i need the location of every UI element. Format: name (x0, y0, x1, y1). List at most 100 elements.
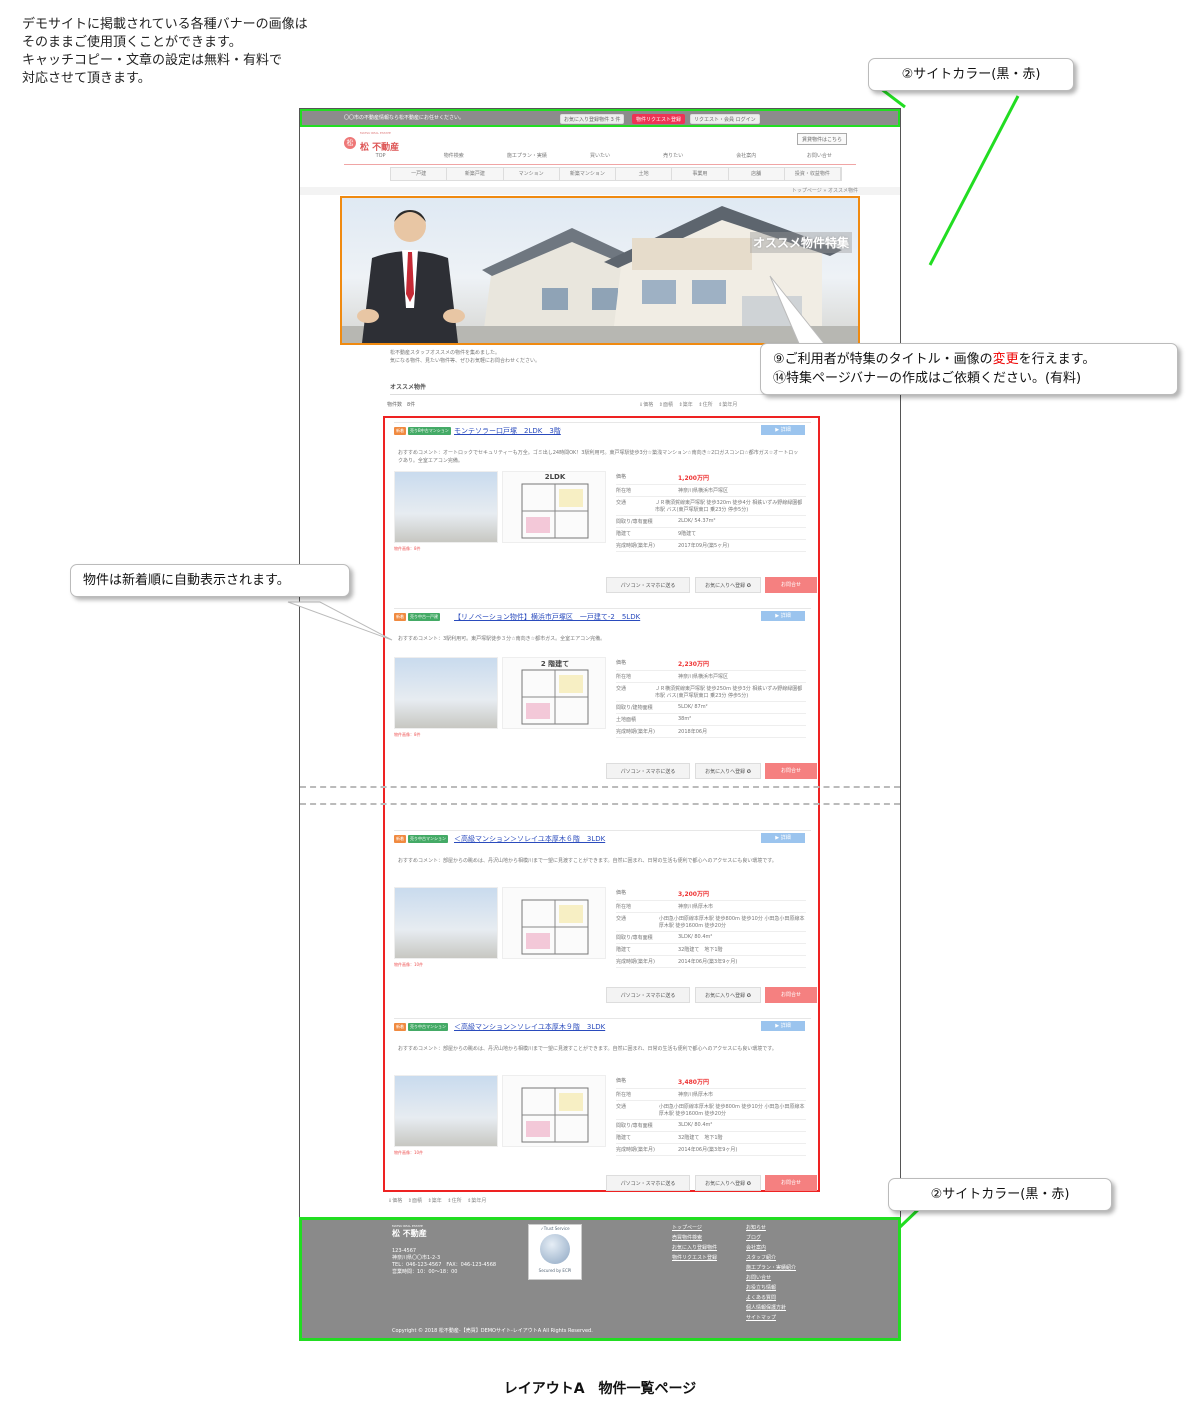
omission-divider (300, 786, 900, 788)
category-land[interactable]: 土地 (616, 168, 673, 180)
rental-properties-button[interactable]: 賃貸物件はこちら (797, 133, 848, 145)
detail-button[interactable]: ▶ 詳細 (761, 1021, 805, 1031)
sort-address[interactable]: ⇕住所 (447, 1198, 461, 1204)
footer-logo[interactable]: MATSU REAL ESTATE 松 不動産 (392, 1224, 427, 1239)
sort-address[interactable]: ⇕住所 (698, 402, 712, 408)
property-photo[interactable] (394, 471, 498, 543)
listing-title-link[interactable]: ＜高級マンション＞ソレイユ本厚木９階 3LDK (454, 1022, 605, 1032)
add-favorite-button[interactable]: お気に入りへ登録 ✪ (695, 577, 761, 593)
spec-value: 2014年06月(築3年9ヶ月) (678, 1147, 738, 1153)
spec-label: 所在地 (616, 1092, 632, 1098)
spec-row: 交通 ＪＲ横須賀線東戸塚駅 徒歩250m 徒歩3分 相鉄いずみ野線緑園都市駅 バ… (616, 683, 806, 702)
footer-link[interactable]: 施工プラン・実績紹介 (746, 1263, 796, 1273)
spec-value: 2018年06月 (678, 729, 708, 735)
footer-link[interactable]: お気に入り登録物件 (672, 1243, 717, 1253)
spec-label: 交通 (616, 686, 627, 692)
member-login-button[interactable]: リクエスト・会員 ログイン (690, 114, 760, 124)
footer-link[interactable]: 個人情報保護方針 (746, 1303, 796, 1313)
sort-area[interactable]: ⇕面積 (408, 1198, 422, 1204)
listing-card: 新着 売り中古一戸建 【リノベーション物件】横浜市戸塚区 一戸建て-2 5LDK… (394, 608, 817, 779)
add-favorite-button[interactable]: お気に入りへ登録 ✪ (695, 763, 761, 779)
nav-contact[interactable]: お問い合せ (782, 151, 856, 165)
breadcrumb[interactable]: トップページ » オススメ物件 (792, 187, 858, 194)
spec-label: 交通 (616, 500, 627, 506)
sort-area[interactable]: ⇕面積 (659, 402, 673, 408)
sort-price[interactable]: ⇓価格 (639, 402, 653, 408)
trust-seal[interactable]: ✓Trust Service Secured by ECPI (528, 1224, 582, 1280)
listing-badges: 新着 売り中古マンション (394, 835, 448, 843)
property-request-button[interactable]: 物件リクエスト登録 (632, 114, 686, 124)
footer-link[interactable]: お問い合せ (746, 1273, 796, 1283)
footer-link[interactable]: お知らせ (746, 1223, 796, 1233)
nav-top[interactable]: TOP (344, 151, 418, 165)
nav-property-search[interactable]: 物件検索 (417, 151, 491, 165)
category-business[interactable]: 事業用 (672, 168, 729, 180)
inquiry-button[interactable]: お問合せ (765, 1175, 817, 1191)
logo-subtitle: MATSU REAL ESTATE (360, 131, 391, 135)
listing-card: 新着 売り中古マンション ＜高級マンション＞ソレイユ本厚木６階 3LDK ▶ 詳… (394, 830, 817, 1003)
site-color-callout-bottom: ②サイトカラー(黒・赤) (888, 1178, 1112, 1211)
add-favorite-button[interactable]: お気に入りへ登録 ✪ (695, 1175, 761, 1191)
footer-link[interactable]: ブログ (746, 1233, 796, 1243)
listing-title-link[interactable]: モンテソラー口戸塚 2LDK 3階 (454, 426, 561, 436)
property-photo[interactable] (394, 657, 498, 729)
floor-plan-image[interactable]: 2LDK (502, 471, 606, 543)
send-to-device-button[interactable]: パソコン・スマホに送る (606, 763, 690, 779)
feature-banner-title: オススメ物件特集 (749, 232, 852, 253)
category-new-detached[interactable]: 新築戸建 (447, 168, 504, 180)
footer-copyright: Copyright © 2018 松不動産-【売買】DEMOサイト-レイアウトA… (392, 1328, 593, 1334)
listing-title-link[interactable]: 【リノベーション物件】横浜市戸塚区 一戸建て-2 5LDK (454, 612, 640, 622)
trust-seal-title: ✓Trust Service (540, 1226, 570, 1231)
footer-link[interactable]: サイトマップ (746, 1313, 796, 1323)
footer-link[interactable]: 売買物件検索 (672, 1233, 717, 1243)
spec-label: 間取り/専有面積 (616, 519, 653, 525)
nav-buy[interactable]: 買いたい (563, 151, 637, 165)
detail-button[interactable]: ▶ 詳細 (761, 611, 805, 621)
spec-value: 神奈川県厚木市 (678, 1092, 714, 1098)
footer-link[interactable]: 物件リクエスト登録 (672, 1253, 717, 1263)
result-count: 物件数 8件 (387, 402, 416, 408)
category-investment[interactable]: 投資・収益物件 (785, 168, 841, 180)
footer-link[interactable]: 会社案内 (746, 1243, 796, 1253)
spec-value: 神奈川県横浜市戸塚区 (678, 488, 729, 494)
sort-price[interactable]: ⇓価格 (388, 1198, 402, 1204)
category-detached[interactable]: 一戸建 (391, 168, 448, 180)
footer-link[interactable]: お役立ち情報 (746, 1283, 796, 1293)
photo-count: 物件画像：8件 (394, 546, 421, 551)
nav-sell[interactable]: 売りたい (636, 151, 710, 165)
new-badge: 新着 (394, 613, 406, 621)
inquiry-button[interactable]: お問合せ (765, 987, 817, 1003)
send-to-device-button[interactable]: パソコン・スマホに送る (606, 987, 690, 1003)
footer-link[interactable]: スタッフ紹介 (746, 1253, 796, 1263)
send-to-device-button[interactable]: パソコン・スマホに送る (606, 1175, 690, 1191)
spec-row: 間取り/専有面積 3LDK/ 80.4m² (616, 1120, 806, 1132)
spec-row: 間取り/専有面積 3LDK/ 80.4m² (616, 932, 806, 944)
category-new-mansion[interactable]: 新築マンション (560, 168, 616, 180)
floor-plan-image[interactable] (502, 887, 606, 959)
detail-button[interactable]: ▶ 詳細 (761, 833, 805, 843)
listing-title-link[interactable]: ＜高級マンション＞ソレイユ本厚木６階 3LDK (454, 834, 605, 844)
add-favorite-button[interactable]: お気に入りへ登録 ✪ (695, 987, 761, 1003)
inquiry-button[interactable]: お問合せ (765, 577, 817, 593)
sort-built-date[interactable]: ⇕築年月 (718, 402, 737, 408)
category-mansion[interactable]: マンション (504, 168, 560, 180)
send-to-device-button[interactable]: パソコン・スマホに送る (606, 577, 690, 593)
inquiry-button[interactable]: お問合せ (765, 763, 817, 779)
sort-controls-top: ⇓価格 ⇕面積 ⇕築年 ⇕住所 ⇕築年月 (639, 401, 741, 408)
property-photo[interactable] (394, 1075, 498, 1147)
footer-link[interactable]: トップページ (672, 1223, 717, 1233)
nav-construction-plans[interactable]: 施工プラン・実績 (490, 151, 564, 165)
spec-label: 価格 (616, 660, 627, 666)
spec-row: 所在地 神奈川県横浜市戸塚区 (616, 485, 806, 497)
category-store[interactable]: 店舗 (729, 168, 785, 180)
nav-company[interactable]: 会社案内 (709, 151, 783, 165)
footer-link[interactable]: よくある質問 (746, 1293, 796, 1303)
detail-button[interactable]: ▶ 詳細 (761, 425, 805, 435)
favorites-count-button[interactable]: お気に入り登録物件 3 件 (560, 114, 625, 124)
sort-age[interactable]: ⇕築年 (679, 402, 693, 408)
floor-plan-image[interactable] (502, 1075, 606, 1147)
floor-plan-image[interactable]: 2 階建て (502, 657, 606, 729)
property-photo[interactable] (394, 887, 498, 959)
sort-age[interactable]: ⇕築年 (428, 1198, 442, 1204)
sort-built-date[interactable]: ⇕築年月 (467, 1198, 486, 1204)
